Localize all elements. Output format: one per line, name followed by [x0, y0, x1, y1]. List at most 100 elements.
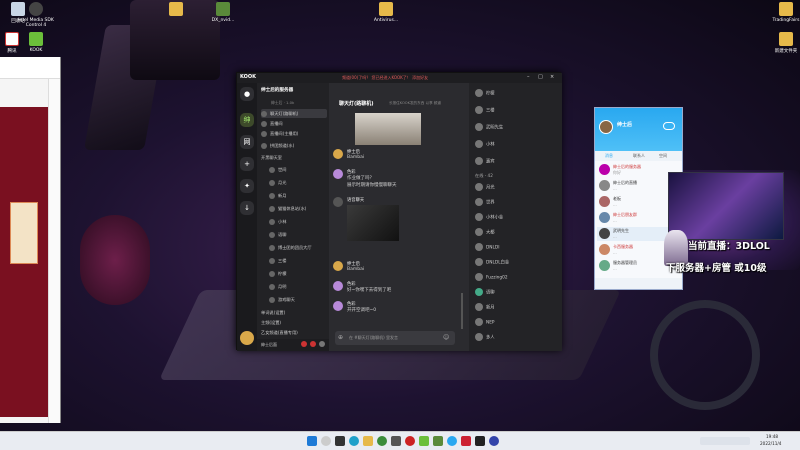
channel-icon — [269, 232, 275, 238]
rail-home-icon[interactable]: ● — [240, 87, 254, 101]
emoji-icon[interactable]: ☺ — [443, 334, 449, 341]
channel-item[interactable]: 直播间(主播用) — [261, 129, 327, 138]
kook-titlebar: KOOK 频道(00)了吗？ 您已经进入KOOK了！ 添加好友 – □ × — [237, 73, 562, 83]
kook-channel-list: 绅士后的服务器 绅士后 · 1.0k 聊天灯(路聊机) 直播间 直播间(主播用)… — [257, 83, 329, 351]
rail-avatar-icon[interactable] — [240, 331, 254, 345]
chrome-icon[interactable] — [377, 436, 387, 446]
member-item[interactable]: 大都 — [475, 228, 555, 239]
start-icon[interactable] — [307, 436, 317, 446]
channel-item[interactable]: 三楼 — [269, 256, 335, 265]
channel-item[interactable]: 博士团的团员大厅 — [269, 243, 335, 252]
headset-icon[interactable] — [310, 341, 316, 347]
desktop-icon-kook[interactable]: KOOK — [18, 32, 54, 53]
nvidia-taskbar-icon[interactable] — [433, 436, 443, 446]
tab-messages[interactable]: 消息 — [605, 153, 613, 159]
search-icon[interactable] — [321, 436, 331, 446]
avatar — [333, 169, 343, 179]
stream-preview — [668, 172, 784, 240]
desktop-icon-folder-1[interactable] — [158, 2, 194, 18]
channel-category[interactable]: 主频(设置) — [261, 318, 327, 327]
desktop-icon-folder-2[interactable]: Antivirus... — [368, 2, 404, 23]
channel-item[interactable]: 月光 — [269, 178, 335, 187]
channel-item[interactable]: 聊天灯(路聊机) — [261, 109, 327, 118]
edge-icon[interactable] — [349, 436, 359, 446]
channel-item[interactable]: 世间 — [269, 165, 335, 174]
browser-ad-banner[interactable] — [10, 202, 38, 264]
attach-icon[interactable]: ⊕ — [338, 334, 343, 341]
server-name[interactable]: 绅士后的服务器 — [261, 87, 293, 93]
rail-download-icon[interactable]: ↓ — [240, 201, 254, 215]
member-item[interactable]: DNLDI — [475, 243, 555, 254]
system-tray[interactable] — [700, 437, 750, 445]
channel-item[interactable]: 语聊 — [269, 230, 335, 239]
member-item[interactable]: DNLDL白金 — [475, 258, 555, 269]
desktop-icon-intel[interactable]: Intel Media SDK Control 4 — [18, 2, 54, 28]
desktop-icon-nvidia[interactable]: DX_nvid... — [205, 2, 241, 23]
member-item[interactable]: 嘉宾 — [475, 157, 555, 168]
app-taskbar-icon[interactable] — [461, 436, 471, 446]
channel-item[interactable]: 小林 — [269, 217, 335, 226]
channel-category[interactable]: 开黑聊天室 — [261, 153, 327, 162]
avatar[interactable] — [599, 120, 613, 134]
channel-item[interactable]: 柠檬 — [269, 269, 335, 278]
minimize-icon[interactable]: – — [527, 74, 530, 80]
rail-explore-icon[interactable]: ✦ — [240, 179, 254, 193]
channel-item[interactable]: 游戏聊天 — [269, 295, 335, 304]
member-item[interactable]: 柠檬 — [475, 89, 555, 100]
member-item[interactable]: 语聊 — [475, 288, 555, 299]
task-view-icon[interactable] — [335, 436, 345, 446]
member-item[interactable]: 新月 — [475, 303, 555, 314]
channel-icon — [269, 193, 275, 199]
channel-item[interactable]: 拼团频道(水) — [261, 141, 327, 150]
tab-contacts[interactable]: 联系人 — [633, 153, 645, 159]
desktop-icon-folder-3[interactable]: TradingFairs — [768, 2, 800, 23]
channel-icon — [269, 167, 275, 173]
avatar — [333, 281, 343, 291]
channel-category[interactable]: 单词说(设置) — [261, 308, 327, 317]
settings-icon[interactable] — [319, 341, 325, 347]
app-taskbar-icon-3[interactable] — [489, 436, 499, 446]
rail-add-icon[interactable]: + — [240, 157, 254, 171]
clock-date[interactable]: 2022/11/4 — [760, 441, 781, 446]
desktop-icon-folder-4[interactable]: 新建文件夹 — [768, 32, 800, 54]
rail-server-icon-2[interactable]: 网 — [240, 135, 254, 149]
netease-icon[interactable] — [405, 436, 415, 446]
app-taskbar-icon-2[interactable] — [475, 436, 485, 446]
member-item[interactable]: 世界 — [475, 198, 555, 209]
explorer-icon[interactable] — [363, 436, 373, 446]
chat-scrollbar[interactable] — [461, 293, 463, 329]
channel-item[interactable]: 猫猫休息站(水) — [269, 204, 335, 213]
close-icon[interactable]: × — [550, 74, 554, 80]
chat-image-attachment[interactable] — [355, 113, 421, 145]
member-item[interactable]: 三楼 — [475, 106, 555, 117]
kook-taskbar-icon[interactable] — [419, 436, 429, 446]
tab-space[interactable]: 空间 — [659, 153, 667, 159]
clock-time[interactable]: 19:48 — [766, 434, 778, 439]
footer-username[interactable]: 绅士后面 — [261, 342, 277, 348]
kook-announcement[interactable]: 频道(00)了吗？ 您已经进入KOOK了！ 添加好友 — [342, 75, 428, 81]
member-item[interactable]: 武明先生 — [475, 123, 555, 134]
mic-icon[interactable] — [301, 341, 307, 347]
store-icon[interactable] — [391, 436, 401, 446]
chat-input[interactable]: ⊕ 在 #聊天灯(路聊机) 里发言 ☺ — [335, 331, 455, 345]
channel-item[interactable]: 月明 — [269, 282, 335, 291]
chat-title: 聊天灯(路聊机) — [339, 101, 374, 107]
channel-category[interactable]: 乙女频道(直播专用) — [261, 328, 327, 337]
rail-server-icon[interactable]: 绅 — [240, 113, 254, 127]
message-author[interactable]: 语音聊天 — [347, 197, 364, 203]
chat-image-attachment[interactable] — [347, 205, 399, 241]
member-item[interactable]: NEP — [475, 318, 555, 329]
maximize-icon[interactable]: □ — [538, 74, 543, 80]
channel-item[interactable]: 直播间 — [261, 119, 327, 128]
member-item[interactable]: 月光 — [475, 183, 555, 194]
qq-taskbar-icon[interactable] — [447, 436, 457, 446]
member-item[interactable]: 多人 — [475, 333, 555, 344]
browser-toolbar — [0, 57, 60, 79]
folder-icon — [379, 2, 393, 16]
channel-item[interactable]: 新月 — [269, 191, 335, 200]
member-item[interactable]: 小林 — [475, 140, 555, 151]
qq-username[interactable]: 绅士后 — [617, 121, 632, 128]
avatar — [333, 301, 343, 311]
member-item[interactable]: 小林小金 — [475, 213, 555, 224]
member-item[interactable]: Fuzzing02 — [475, 273, 555, 284]
